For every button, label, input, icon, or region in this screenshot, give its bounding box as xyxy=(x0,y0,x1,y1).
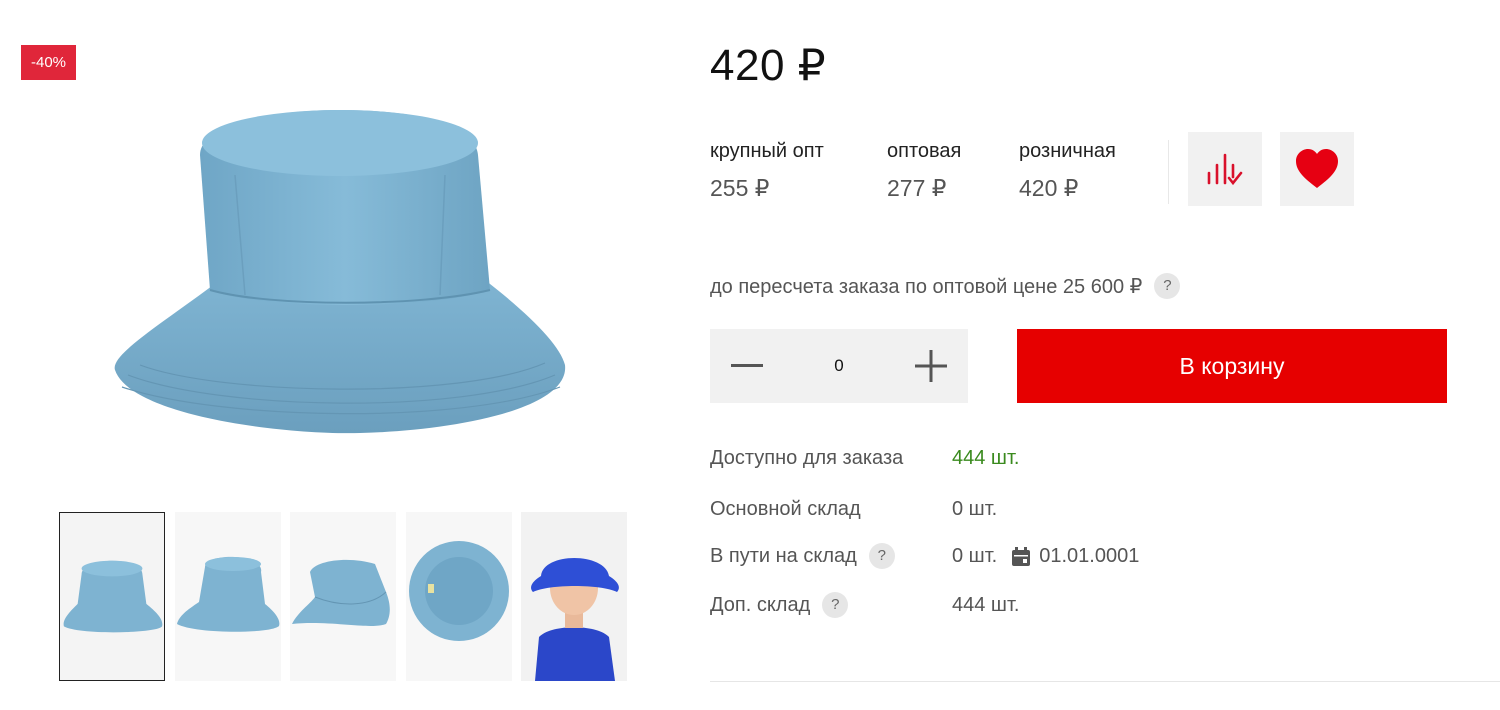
stock-label: Основной склад xyxy=(710,498,861,520)
favorite-button[interactable] xyxy=(1280,132,1354,206)
thumbnail-side[interactable] xyxy=(290,512,396,681)
thumbnail-front[interactable] xyxy=(59,512,165,681)
compare-icon xyxy=(1207,153,1243,186)
heart-icon xyxy=(1296,149,1338,188)
stock-value: 444 шт. xyxy=(952,594,1020,616)
price-tier-bulk: крупный опт 255 ₽ xyxy=(710,140,824,202)
thumbnail-angle[interactable] xyxy=(175,512,281,681)
stock-label-wrap: Доп. склад ? xyxy=(710,592,849,618)
product-info: 420 ₽ крупный опт 255 ₽ оптовая 277 ₽ ро… xyxy=(710,0,1500,710)
divider xyxy=(1168,140,1169,204)
quantity-stepper xyxy=(710,329,968,403)
price-tier-label: розничная xyxy=(1019,140,1116,162)
stock-value: 444 шт. xyxy=(952,447,1020,469)
price-tier-wholesale: оптовая 277 ₽ xyxy=(887,140,961,202)
recalc-note-text: до пересчета заказа по оптовой цене 25 6… xyxy=(710,275,1143,298)
help-icon[interactable]: ? xyxy=(822,592,849,618)
recalc-note: до пересчета заказа по оптовой цене 25 6… xyxy=(710,273,1181,299)
transit-date: 01.01.0001 xyxy=(1039,545,1140,567)
divider xyxy=(710,681,1500,682)
stock-label: Доступно для заказа xyxy=(710,447,904,469)
plus-icon xyxy=(915,350,947,382)
stock-value: 0 шт. xyxy=(952,498,998,520)
price-tier-label: крупный опт xyxy=(710,140,824,162)
price-tier-label: оптовая xyxy=(887,140,962,162)
thumbnail-inside[interactable] xyxy=(406,512,512,681)
price-tier-retail: розничная 420 ₽ xyxy=(1019,140,1116,202)
minus-icon xyxy=(731,364,763,367)
stock-value: 0 шт. xyxy=(952,545,998,567)
increment-button[interactable] xyxy=(894,329,968,403)
price-tier-value: 255 ₽ xyxy=(710,175,770,201)
help-icon[interactable]: ? xyxy=(1154,273,1181,299)
quantity-input[interactable] xyxy=(784,329,894,403)
stock-label: В пути на склад xyxy=(710,544,857,567)
compare-button[interactable] xyxy=(1188,132,1262,206)
calendar-icon xyxy=(1012,546,1031,566)
main-product-image[interactable] xyxy=(100,95,580,455)
add-to-cart-button[interactable]: В корзину xyxy=(1017,329,1447,403)
decrement-button[interactable] xyxy=(710,329,784,403)
price-tier-value: 277 ₽ xyxy=(887,175,947,201)
price-tier-value: 420 ₽ xyxy=(1019,175,1079,201)
current-price: 420 ₽ xyxy=(710,41,827,90)
stock-label: Доп. склад xyxy=(710,593,811,616)
discount-badge: -40% xyxy=(21,45,76,80)
stock-label-wrap: В пути на склад ? xyxy=(710,543,895,569)
stock-value-wrap: 0 шт. 01.01.0001 xyxy=(952,545,1139,568)
thumbnail-model[interactable] xyxy=(521,512,627,681)
product-gallery: -40% xyxy=(0,0,690,710)
help-icon[interactable]: ? xyxy=(868,543,895,569)
